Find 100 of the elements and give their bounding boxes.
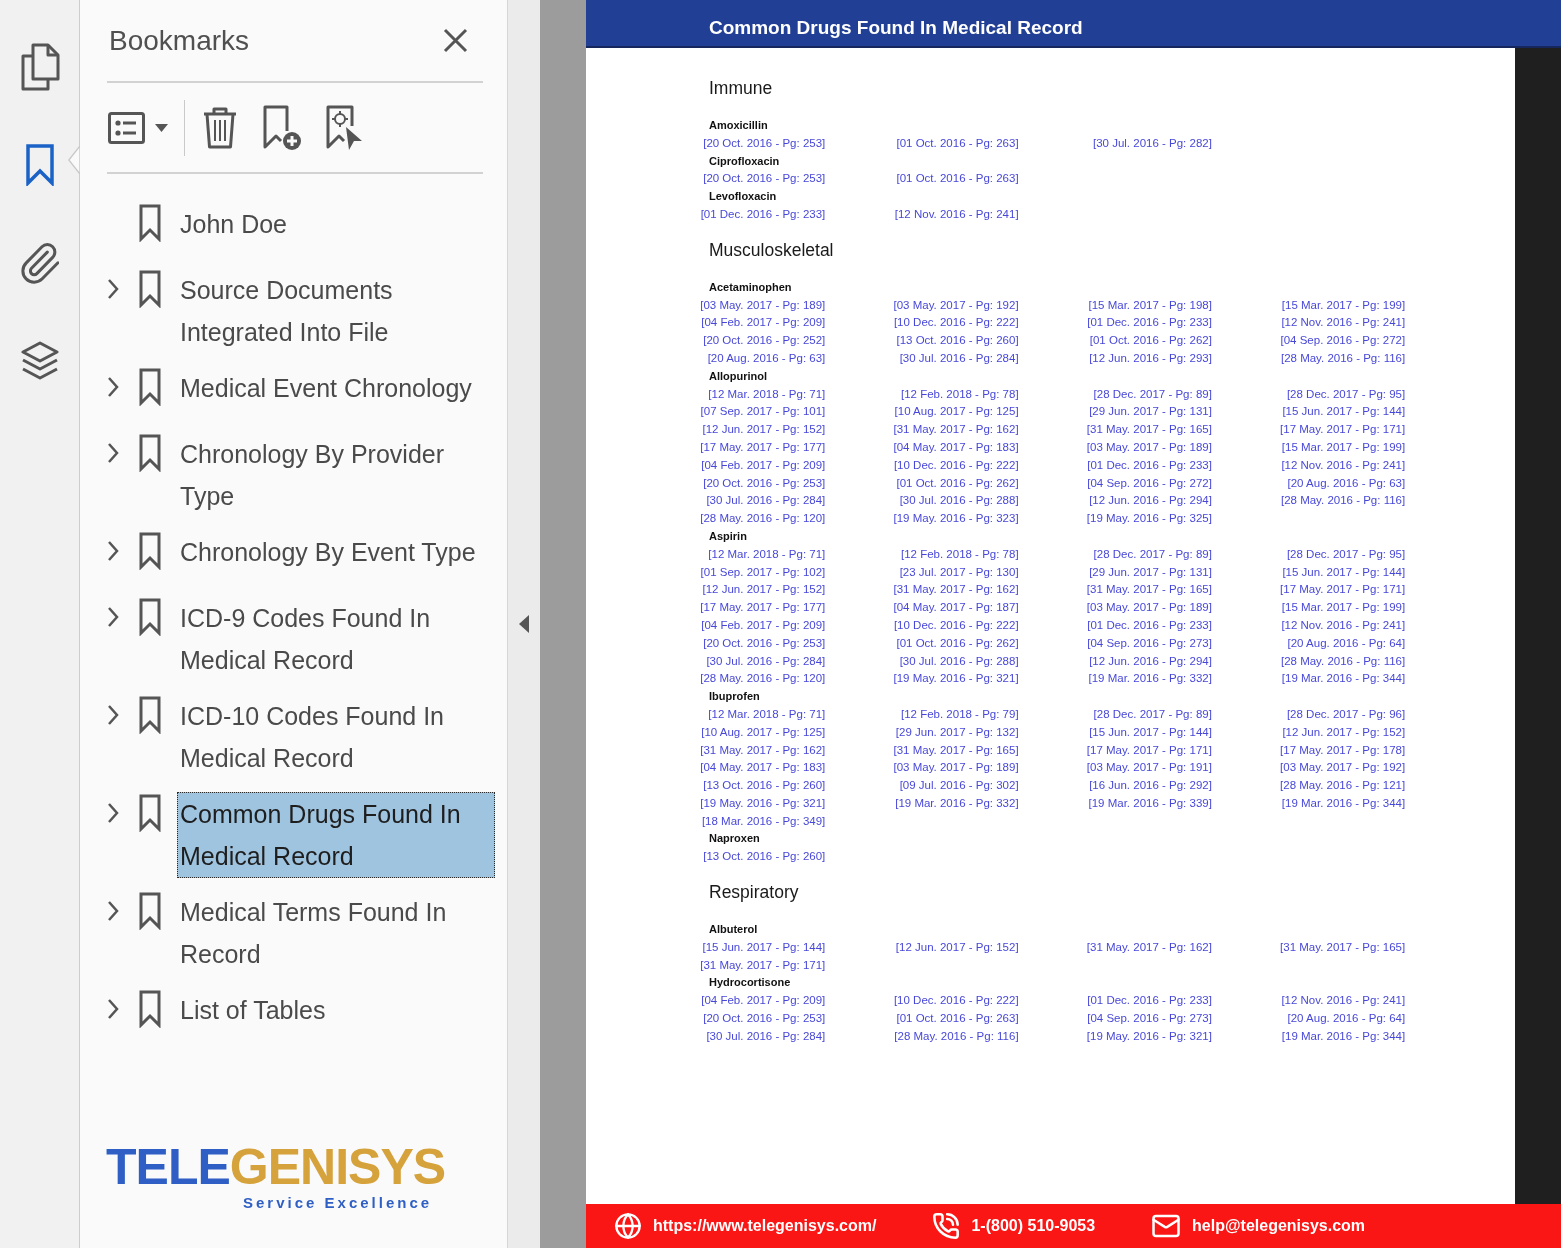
page-reference-link[interactable]: [01 Oct. 2016 - Pg: 262] <box>1089 332 1212 350</box>
page-reference-link[interactable]: [03 May. 2017 - Pg: 192] <box>893 296 1019 315</box>
page-reference-link[interactable]: [31 May. 2017 - Pg: 162] <box>700 741 826 760</box>
page-reference-link[interactable]: [20 Oct. 2016 - Pg: 253] <box>703 1010 826 1028</box>
page-reference-link[interactable]: [31 May. 2017 - Pg: 165] <box>1280 938 1406 957</box>
page-reference-link[interactable]: [03 May. 2017 - Pg: 192] <box>1280 759 1406 778</box>
page-reference-link[interactable]: [09 Jul. 2016 - Pg: 302] <box>899 777 1019 795</box>
page-reference-link[interactable]: [20 Oct. 2016 - Pg: 253] <box>703 170 826 189</box>
page-reference-link[interactable]: [15 Mar. 2017 - Pg: 198] <box>1088 296 1212 315</box>
page-reference-link[interactable]: [20 Oct. 2016 - Pg: 253] <box>703 474 826 493</box>
page-reference-link[interactable]: [13 Oct. 2016 - Pg: 260] <box>896 332 1019 350</box>
page-reference-link[interactable]: [19 Mar. 2016 - Pg: 332] <box>1088 670 1212 689</box>
page-reference-link[interactable]: [28 Dec. 2017 - Pg: 95] <box>1286 545 1406 564</box>
bookmark-label[interactable]: Chronology By Event Type <box>177 530 495 574</box>
page-reference-link[interactable]: [19 May. 2016 - Pg: 321] <box>1086 1027 1212 1046</box>
page-reference-link[interactable]: [28 May. 2016 - Pg: 121] <box>1280 777 1406 795</box>
page-reference-link[interactable]: [28 Dec. 2017 - Pg: 96] <box>1286 705 1406 724</box>
page-reference-link[interactable]: [03 May. 2017 - Pg: 189] <box>700 296 826 315</box>
page-reference-link[interactable]: [12 Feb. 2018 - Pg: 78] <box>900 545 1019 564</box>
page-reference-link[interactable]: [01 Sep. 2017 - Pg: 102] <box>700 563 826 582</box>
page-reference-link[interactable]: [18 Mar. 2016 - Pg: 349] <box>701 812 826 831</box>
page-reference-link[interactable]: [01 Oct. 2016 - Pg: 262] <box>896 634 1019 653</box>
page-reference-link[interactable]: [04 May. 2017 - Pg: 183] <box>700 759 826 778</box>
page-reference-link[interactable]: [28 Dec. 2017 - Pg: 89] <box>1093 705 1212 724</box>
page-reference-link[interactable]: [19 Mar. 2016 - Pg: 344] <box>1281 1027 1406 1046</box>
page-reference-link[interactable]: [04 Sep. 2016 - Pg: 273] <box>1087 634 1212 653</box>
page-reference-link[interactable]: [31 May. 2017 - Pg: 171] <box>700 956 826 975</box>
page-reference-link[interactable]: [19 May. 2016 - Pg: 323] <box>893 510 1019 528</box>
page-reference-link[interactable]: [28 May. 2016 - Pg: 116] <box>1280 652 1406 671</box>
page-reference-link[interactable]: [03 May. 2017 - Pg: 189] <box>893 759 1019 778</box>
page-reference-link[interactable]: [10 Dec. 2016 - Pg: 222] <box>893 314 1019 333</box>
page-reference-link[interactable]: [19 May. 2016 - Pg: 321] <box>893 670 1019 689</box>
bookmark-label[interactable]: Medical Terms Found In Record <box>177 890 495 976</box>
page-reference-link[interactable]: [12 Jun. 2017 - Pg: 152] <box>702 421 826 439</box>
caret-down-icon[interactable] <box>155 123 168 132</box>
page-reference-link[interactable]: [13 Oct. 2016 - Pg: 260] <box>703 777 826 795</box>
page-reference-link[interactable]: [17 May. 2017 - Pg: 177] <box>700 599 826 617</box>
page-reference-link[interactable]: [12 Nov. 2016 - Pg: 241] <box>894 206 1019 224</box>
page-reference-link[interactable]: [12 Jun. 2017 - Pg: 152] <box>895 938 1019 957</box>
page-reference-link[interactable]: [10 Aug. 2017 - Pg: 125] <box>894 403 1019 422</box>
page-reference-link[interactable]: [30 Jul. 2016 - Pg: 284] <box>706 1027 826 1046</box>
chevron-icon[interactable] <box>107 998 119 1020</box>
page-reference-link[interactable]: [12 Nov. 2016 - Pg: 241] <box>1281 992 1406 1011</box>
bookmark-cursor-icon[interactable] <box>325 104 363 151</box>
chevron-icon[interactable] <box>107 900 119 922</box>
page-reference-link[interactable]: [15 Jun. 2017 - Pg: 144] <box>702 938 826 957</box>
page-reference-link[interactable]: [12 Nov. 2016 - Pg: 241] <box>1281 314 1406 333</box>
trash-icon[interactable] <box>202 106 238 149</box>
page-reference-link[interactable]: [28 May. 2016 - Pg: 120] <box>700 670 826 689</box>
page-reference-link[interactable]: [12 Jun. 2016 - Pg: 294] <box>1089 492 1212 511</box>
page-reference-link[interactable]: [19 Mar. 2016 - Pg: 344] <box>1281 670 1406 689</box>
page-reference-link[interactable]: [31 May. 2017 - Pg: 162] <box>893 581 1019 600</box>
bookmark-plus-icon[interactable] <box>262 104 302 151</box>
bookmark-label[interactable]: Medical Event Chronology <box>177 366 495 410</box>
page-reference-link[interactable]: [04 Sep. 2016 - Pg: 273] <box>1087 1010 1212 1028</box>
page-reference-link[interactable]: [04 Feb. 2017 - Pg: 209] <box>701 616 826 635</box>
page-reference-link[interactable]: [04 May. 2017 - Pg: 183] <box>893 438 1019 457</box>
page-reference-link[interactable]: [28 May. 2016 - Pg: 116] <box>894 1027 1019 1046</box>
chevron-icon[interactable] <box>107 442 119 464</box>
page-reference-link[interactable]: [01 Dec. 2016 - Pg: 233] <box>1087 314 1212 333</box>
page-reference-link[interactable]: [04 Feb. 2017 - Pg: 209] <box>701 456 826 475</box>
page-reference-link[interactable]: [30 Jul. 2016 - Pg: 288] <box>899 492 1019 511</box>
page-reference-link[interactable]: [01 Dec. 2016 - Pg: 233] <box>1087 616 1212 635</box>
page-reference-link[interactable]: [31 May. 2017 - Pg: 165] <box>1086 421 1212 439</box>
page-reference-link[interactable]: [04 May. 2017 - Pg: 187] <box>893 599 1019 617</box>
page-reference-link[interactable]: [13 Oct. 2016 - Pg: 260] <box>703 848 826 867</box>
page-reference-link[interactable]: [20 Oct. 2016 - Pg: 252] <box>703 332 826 350</box>
chevron-icon[interactable] <box>107 376 119 398</box>
page-reference-link[interactable]: [04 Sep. 2016 - Pg: 272] <box>1280 332 1406 350</box>
page-reference-link[interactable]: [20 Aug. 2016 - Pg: 64] <box>1287 1010 1406 1028</box>
page-reference-link[interactable]: [12 Feb. 2018 - Pg: 78] <box>900 385 1019 404</box>
chevron-icon[interactable] <box>107 540 119 562</box>
page-reference-link[interactable]: [12 Feb. 2018 - Pg: 79] <box>900 705 1019 724</box>
page-reference-link[interactable]: [03 May. 2017 - Pg: 189] <box>1086 438 1212 457</box>
page-reference-link[interactable]: [04 Feb. 2017 - Pg: 209] <box>701 992 826 1011</box>
page-reference-link[interactable]: [15 Jun. 2017 - Pg: 144] <box>1089 723 1212 742</box>
page-reference-link[interactable]: [30 Jul. 2016 - Pg: 284] <box>899 349 1019 368</box>
page-reference-link[interactable]: [15 Mar. 2017 - Pg: 199] <box>1281 599 1406 617</box>
page-reference-link[interactable]: [19 May. 2016 - Pg: 325] <box>1086 510 1212 528</box>
email-link[interactable]: help@telegenisys.com <box>1192 1217 1366 1235</box>
page-reference-link[interactable]: [01 Dec. 2016 - Pg: 233] <box>1087 992 1212 1011</box>
page-reference-link[interactable]: [15 Jun. 2017 - Pg: 144] <box>1282 563 1406 582</box>
page-reference-link[interactable]: [12 Mar. 2018 - Pg: 71] <box>708 545 826 564</box>
page-reference-link[interactable]: [01 Oct. 2016 - Pg: 262] <box>896 474 1019 493</box>
page-reference-link[interactable]: [03 May. 2017 - Pg: 191] <box>1086 759 1212 778</box>
page-reference-link[interactable]: [20 Aug. 2016 - Pg: 63] <box>707 349 826 368</box>
page-reference-link[interactable]: [28 May. 2016 - Pg: 120] <box>700 510 826 528</box>
page-reference-link[interactable]: [12 Mar. 2018 - Pg: 71] <box>708 705 826 724</box>
page-reference-link[interactable]: [31 May. 2017 - Pg: 162] <box>893 421 1019 439</box>
page-reference-link[interactable]: [19 Mar. 2016 - Pg: 339] <box>1088 794 1212 813</box>
website-link[interactable]: https://www.telegenisys.com/ <box>653 1217 877 1235</box>
page-reference-link[interactable]: [29 Jun. 2017 - Pg: 131] <box>1089 403 1212 422</box>
page-reference-link[interactable]: [12 Jun. 2016 - Pg: 293] <box>1089 349 1212 368</box>
page-reference-link[interactable]: [10 Aug. 2017 - Pg: 125] <box>701 723 826 742</box>
page-reference-link[interactable]: [12 Jun. 2017 - Pg: 152] <box>1282 723 1406 742</box>
bookmark-label[interactable]: Source Documents Integrated Into File <box>177 268 495 354</box>
page-reference-link[interactable]: [17 May. 2017 - Pg: 178] <box>1280 741 1406 760</box>
page-reference-link[interactable]: [30 Jul. 2016 - Pg: 284] <box>706 492 826 511</box>
page-reference-link[interactable]: [17 May. 2017 - Pg: 177] <box>700 438 826 457</box>
page-reference-link[interactable]: [20 Oct. 2016 - Pg: 253] <box>703 634 826 653</box>
